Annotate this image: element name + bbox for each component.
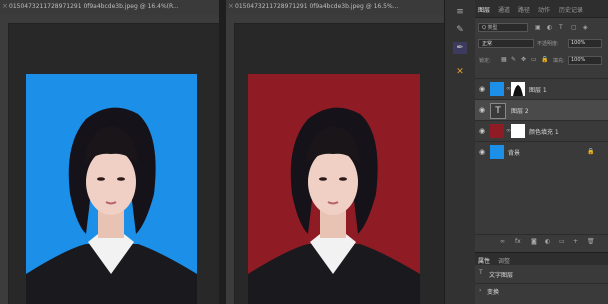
- fill-label: 填充:: [553, 58, 565, 64]
- text-layer-icon: T: [479, 269, 483, 276]
- fill-input[interactable]: 100%: [568, 56, 602, 65]
- new-group-icon[interactable]: ▭: [559, 238, 565, 245]
- layer-thumbnail: [490, 82, 504, 96]
- chevron-right-icon[interactable]: ›: [479, 287, 481, 294]
- portrait-photo: [26, 107, 197, 304]
- lock-pixels-icon[interactable]: ✎: [511, 56, 516, 63]
- blend-mode-value: 正常: [482, 41, 493, 47]
- tab-adjustments[interactable]: 调整: [498, 256, 510, 265]
- layer-row-selected[interactable]: ◉ T 图层 2: [475, 99, 608, 120]
- blend-row: 正常 不透明度: 100%: [475, 37, 608, 49]
- new-layer-icon[interactable]: +: [573, 238, 578, 245]
- transform-label: 变换: [487, 289, 500, 296]
- layer-row[interactable]: ◉ ∞ 颜色填充 1: [475, 120, 608, 141]
- filter-label: Q 类型: [482, 25, 498, 31]
- photo-canvas-red-background[interactable]: [248, 74, 420, 304]
- horizontal-ruler[interactable]: [8, 15, 219, 24]
- filter-pixel-icon[interactable]: ▣: [535, 24, 541, 31]
- filter-adjust-icon[interactable]: ◐: [547, 24, 552, 31]
- lock-artboard-icon[interactable]: ▭: [531, 56, 537, 63]
- visibility-eye-icon[interactable]: ◉: [479, 148, 485, 156]
- opacity-label: 不透明度:: [537, 41, 559, 47]
- layer-name: 图层 2: [511, 108, 529, 115]
- visibility-eye-icon[interactable]: ◉: [479, 127, 485, 135]
- tools-icon[interactable]: ✕: [453, 66, 467, 78]
- layer-filter-select[interactable]: Q 类型: [478, 23, 528, 32]
- visibility-eye-icon[interactable]: ◉: [479, 85, 485, 93]
- add-mask-icon[interactable]: ◙: [531, 238, 537, 245]
- horizontal-ruler[interactable]: [234, 15, 444, 24]
- document-title-left: 0150473211728971291 0f9a4bcde3b.jpeg @ 1…: [9, 3, 179, 10]
- transform-section[interactable]: › 变换: [475, 283, 608, 296]
- tab-history[interactable]: 历史记录: [559, 5, 583, 14]
- properties-type-row: T 文字图层: [475, 266, 608, 280]
- document-tab-left[interactable]: × 0150473211728971291 0f9a4bcde3b.jpeg @…: [0, 0, 219, 16]
- lock-icon: 🔒: [587, 148, 595, 155]
- document-window-right[interactable]: × 0150473211728971291 0f9a4bcde3b.jpeg @…: [226, 0, 444, 304]
- history-icon[interactable]: ≡: [453, 6, 467, 18]
- fx-icon[interactable]: fx: [515, 238, 521, 245]
- filter-type-icon[interactable]: T: [559, 24, 563, 31]
- properties-type-label: 文字图层: [489, 272, 514, 279]
- lock-all-icon[interactable]: 🔒: [541, 56, 548, 63]
- layer-filter-row: Q 类型 ▣ ◐ T ▢ ◈: [475, 21, 608, 33]
- filter-smart-icon[interactable]: ◈: [583, 24, 588, 31]
- tab-actions[interactable]: 动作: [538, 5, 550, 14]
- panel-tabs: 图层 通道 路径 动作 历史记录: [475, 0, 608, 18]
- opacity-value: 100%: [571, 40, 586, 46]
- tool-strip: ≡ ✎ ✒ ✕: [444, 0, 476, 304]
- tab-channels[interactable]: 通道: [498, 5, 510, 14]
- tab-paths[interactable]: 路径: [518, 5, 530, 14]
- blend-mode-select[interactable]: 正常: [478, 39, 534, 48]
- ruler-corner: [226, 15, 234, 23]
- visibility-eye-icon[interactable]: ◉: [479, 106, 485, 114]
- document-window-left[interactable]: × 0150473211728971291 0f9a4bcde3b.jpeg @…: [0, 0, 219, 304]
- layers-panel: 图层 通道 路径 动作 历史记录 Q 类型 ▣ ◐ T ▢ ◈ 正常 不透明度:…: [475, 0, 608, 304]
- vertical-ruler[interactable]: [226, 23, 235, 304]
- document-title-right: 0150473211728971291 0f9a4bcde3b.jpeg @ 1…: [235, 3, 399, 10]
- layer-row[interactable]: ◉ ∞ 图层 1: [475, 78, 608, 99]
- pen-icon[interactable]: ✒: [453, 42, 467, 54]
- document-tab-right[interactable]: × 0150473211728971291 0f9a4bcde3b.jpeg @…: [226, 0, 444, 16]
- layer-actions-bar: ∞ fx ◙ ◐ ▭ + 🗑: [475, 234, 608, 247]
- fill-color-thumbnail: [490, 124, 504, 138]
- adjustment-layer-icon[interactable]: ◐: [545, 238, 550, 245]
- document-separator: [219, 0, 226, 304]
- close-icon[interactable]: ×: [2, 2, 8, 10]
- filter-shape-icon[interactable]: ▢: [571, 24, 577, 31]
- lock-label: 锁定:: [479, 58, 491, 64]
- lock-transparency-icon[interactable]: ▦: [501, 56, 507, 63]
- layer-row[interactable]: ◉ 背景 🔒: [475, 141, 608, 162]
- vertical-ruler[interactable]: [0, 23, 9, 304]
- portrait-photo: [248, 107, 420, 304]
- ruler-corner: [0, 15, 8, 23]
- tab-properties[interactable]: 属性: [478, 256, 490, 265]
- layer-mask-thumbnail[interactable]: [511, 124, 525, 138]
- layer-thumbnail: [490, 145, 504, 159]
- close-icon[interactable]: ×: [228, 2, 234, 10]
- layer-name: 图层 1: [529, 87, 547, 94]
- opacity-input[interactable]: 100%: [568, 39, 602, 48]
- layer-mask-thumbnail[interactable]: [511, 82, 525, 96]
- fill-value: 100%: [571, 57, 586, 63]
- layer-name: 背景: [508, 150, 521, 157]
- layer-name: 颜色填充 1: [529, 129, 559, 136]
- lock-position-icon[interactable]: ✥: [521, 56, 526, 63]
- trash-icon[interactable]: 🗑: [587, 238, 595, 245]
- link-layers-icon[interactable]: ∞: [500, 238, 505, 245]
- lock-row: 锁定: ▦ ✎ ✥ ▭ 🔒 填充: 100%: [475, 54, 608, 66]
- brush-icon[interactable]: ✎: [453, 24, 467, 36]
- tab-layers[interactable]: 图层: [478, 5, 490, 14]
- photo-canvas-blue-background[interactable]: [26, 74, 197, 304]
- text-layer-thumbnail-icon: T: [490, 103, 506, 119]
- properties-tabs: 属性 调整: [475, 252, 608, 265]
